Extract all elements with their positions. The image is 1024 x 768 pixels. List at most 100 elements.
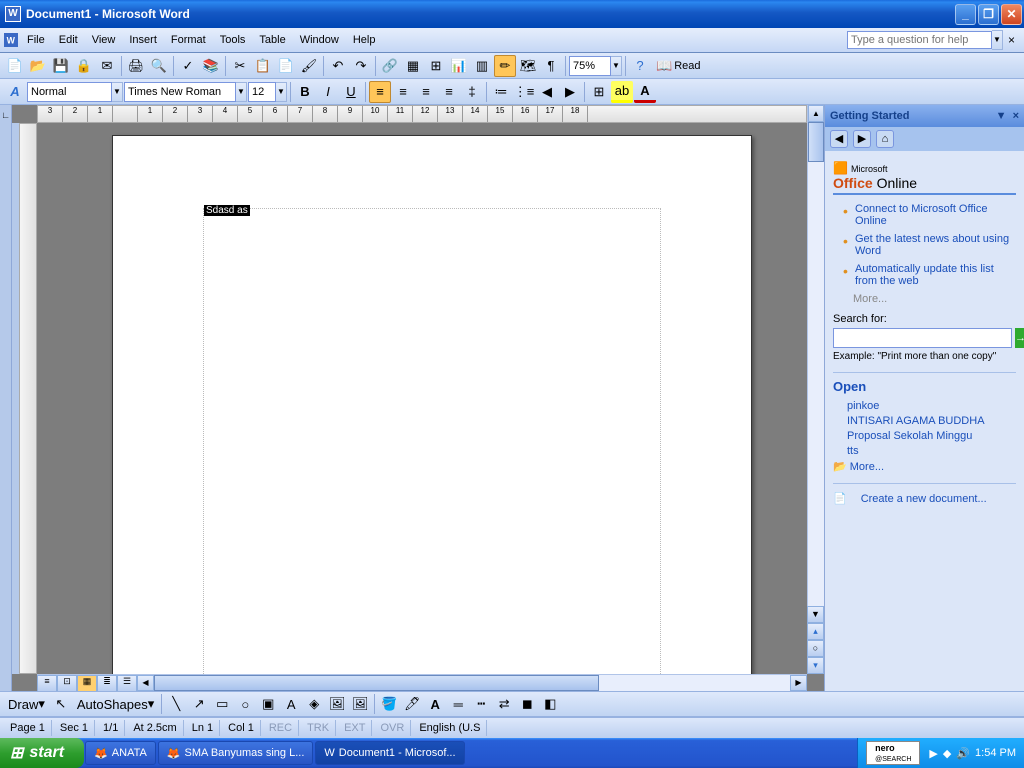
taskpane-home-button[interactable]: ⌂	[876, 130, 894, 148]
scroll-down-button[interactable]: ▼	[807, 606, 824, 623]
start-button[interactable]: ⊞ start	[0, 738, 84, 768]
highlight-button[interactable]: ab	[611, 81, 633, 103]
increase-indent-button[interactable]: ▶	[559, 81, 581, 103]
line-button[interactable]: ╲	[165, 693, 187, 715]
zoom-dropdown-arrow[interactable]: ▼	[611, 56, 622, 76]
recent-doc-1[interactable]: INTISARI AGAMA BUDDHA	[847, 415, 1016, 427]
research-button[interactable]: 📚	[200, 55, 222, 77]
rectangle-button[interactable]: ▭	[211, 693, 233, 715]
line-spacing-button[interactable]: ‡	[461, 81, 483, 103]
vertical-scrollbar[interactable]: ▲	[807, 105, 824, 674]
outline-view-button[interactable]: ≣	[97, 675, 117, 691]
tray-clock[interactable]: 1:54 PM	[975, 747, 1016, 759]
align-center-button[interactable]: ≡	[392, 81, 414, 103]
menu-help[interactable]: Help	[346, 31, 383, 49]
drawing-button[interactable]: ✏	[494, 55, 516, 77]
help-question-input[interactable]	[847, 31, 992, 49]
style-dropdown-arrow[interactable]: ▼	[112, 82, 123, 102]
menu-format[interactable]: Format	[164, 31, 213, 49]
scroll-thumb-h[interactable]	[154, 675, 599, 691]
bold-button[interactable]: B	[294, 81, 316, 103]
reading-view-button[interactable]: ☰	[117, 675, 137, 691]
columns-button[interactable]: ▥	[471, 55, 493, 77]
font-color-button[interactable]: A	[634, 81, 656, 103]
textbox-button[interactable]: ▣	[257, 693, 279, 715]
style-input[interactable]	[27, 82, 112, 102]
scroll-up-button[interactable]: ▲	[808, 105, 824, 122]
show-hide-button[interactable]: ¶	[540, 55, 562, 77]
tasklist-more[interactable]: More...	[853, 293, 1016, 305]
font-dropdown-arrow[interactable]: ▼	[236, 82, 247, 102]
scroll-thumb-v[interactable]	[808, 122, 824, 162]
normal-view-button[interactable]: ≡	[37, 675, 57, 691]
minimize-button[interactable]: _	[955, 4, 976, 25]
status-lang[interactable]: English (U.S	[413, 720, 487, 736]
ruler-corner-icon[interactable]: ∟	[1, 110, 10, 120]
underline-button[interactable]: U	[340, 81, 362, 103]
save-button[interactable]: 💾	[50, 55, 72, 77]
taskbar-item-2[interactable]: W Document1 - Microsof...	[315, 741, 464, 765]
font-color-draw-button[interactable]: A	[424, 693, 446, 715]
print-button[interactable]: 🖨	[125, 55, 147, 77]
email-button[interactable]: ✉	[96, 55, 118, 77]
selected-text[interactable]: Sdasd as	[204, 205, 250, 216]
menu-insert[interactable]: Insert	[122, 31, 164, 49]
fill-color-button[interactable]: 🪣	[378, 693, 400, 715]
status-rec[interactable]: REC	[263, 720, 299, 736]
nero-tray-icon[interactable]: nero@SEARCH	[866, 741, 920, 765]
hyperlink-button[interactable]: 🔗	[379, 55, 401, 77]
next-page-button[interactable]: ▾	[807, 657, 824, 674]
clipart-button[interactable]: 🖼	[326, 693, 348, 715]
recent-doc-3[interactable]: tts	[847, 445, 1016, 457]
document-page[interactable]: Sdasd as	[112, 135, 752, 691]
taskpane-back-button[interactable]: ◀	[830, 130, 848, 148]
status-ovr[interactable]: OVR	[374, 720, 411, 736]
prev-page-button[interactable]: ▴	[807, 623, 824, 640]
horizontal-ruler[interactable]: 321123456789101112131415161718	[37, 105, 807, 123]
docmap-button[interactable]: 🗺	[517, 55, 539, 77]
undo-button[interactable]: ↶	[327, 55, 349, 77]
borders-button[interactable]: ⊞	[588, 81, 610, 103]
print-layout-view-button[interactable]: ▦	[77, 675, 97, 691]
zoom-input[interactable]	[569, 56, 611, 76]
web-view-button[interactable]: ⊡	[57, 675, 77, 691]
horizontal-scrollbar[interactable]: ≡ ⊡ ▦ ≣ ☰ ◀ ▶	[37, 674, 807, 691]
font-input[interactable]	[124, 82, 236, 102]
line-color-button[interactable]: 🖊	[401, 693, 423, 715]
autoshapes-button[interactable]: AutoShapes ▾	[73, 693, 158, 715]
help-dropdown-arrow[interactable]: ▼	[992, 30, 1003, 50]
status-trk[interactable]: TRK	[301, 720, 336, 736]
link-connect-office[interactable]: Connect to Microsoft Office Online	[855, 203, 987, 227]
excel-button[interactable]: 📊	[448, 55, 470, 77]
print-preview-button[interactable]: 🔍	[148, 55, 170, 77]
taskpane-forward-button[interactable]: ▶	[853, 130, 871, 148]
italic-button[interactable]: I	[317, 81, 339, 103]
tray-icon-2[interactable]: 🔊	[956, 747, 970, 760]
doc-close-button[interactable]: ×	[1003, 33, 1020, 47]
tables-borders-button[interactable]: ▦	[402, 55, 424, 77]
align-left-button[interactable]: ≡	[369, 81, 391, 103]
new-doc-button[interactable]: 📄	[4, 55, 26, 77]
bullets-button[interactable]: ⋮≡	[513, 81, 535, 103]
shadow-button[interactable]: ◼	[516, 693, 538, 715]
permission-button[interactable]: 🔒	[73, 55, 95, 77]
decrease-indent-button[interactable]: ◀	[536, 81, 558, 103]
menu-table[interactable]: Table	[252, 31, 292, 49]
select-objects-button[interactable]: ↖	[50, 693, 72, 715]
copy-button[interactable]: 📋	[252, 55, 274, 77]
menu-view[interactable]: View	[85, 31, 123, 49]
redo-button[interactable]: ↷	[350, 55, 372, 77]
3d-button[interactable]: ◧	[539, 693, 561, 715]
taskbar-item-1[interactable]: 🦊 SMA Banyumas sing L...	[158, 741, 314, 765]
wordart-button[interactable]: A	[280, 693, 302, 715]
vertical-ruler[interactable]	[12, 123, 37, 674]
spelling-button[interactable]: ✓	[177, 55, 199, 77]
arrow-style-button[interactable]: ⇄	[493, 693, 515, 715]
taskpane-close-button[interactable]: ×	[1013, 110, 1019, 122]
oval-button[interactable]: ○	[234, 693, 256, 715]
format-painter-button[interactable]: 🖌	[298, 55, 320, 77]
taskpane-dropdown-arrow[interactable]: ▼	[996, 110, 1007, 122]
cut-button[interactable]: ✂	[229, 55, 251, 77]
search-go-button[interactable]: →	[1015, 328, 1024, 348]
help-button[interactable]: ?	[629, 55, 651, 77]
